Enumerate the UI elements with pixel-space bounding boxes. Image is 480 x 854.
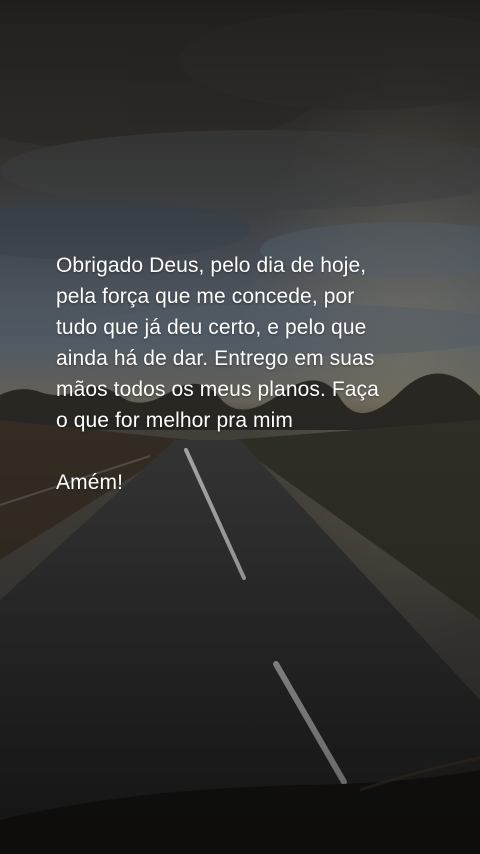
quote-line: pela força que me concede, por	[56, 285, 355, 308]
quote-line: ainda há de dar. Entrego em suas	[56, 347, 375, 370]
quote-text-block: Obrigado Deus, pelo dia de hoje, pela fo…	[56, 250, 456, 498]
quote-line: tudo que já deu certo, e pelo que	[56, 316, 367, 339]
closing-text: Amém!	[56, 471, 124, 494]
quote-line: o que for melhor pra mim	[56, 409, 293, 432]
quote-paragraph: Obrigado Deus, pelo dia de hoje, pela fo…	[56, 250, 456, 436]
quote-line: Obrigado Deus, pelo dia de hoje,	[56, 254, 367, 277]
story-screen: Obrigado Deus, pelo dia de hoje, pela fo…	[0, 0, 480, 854]
quote-line: mãos todos os meus planos. Faça	[56, 378, 379, 401]
